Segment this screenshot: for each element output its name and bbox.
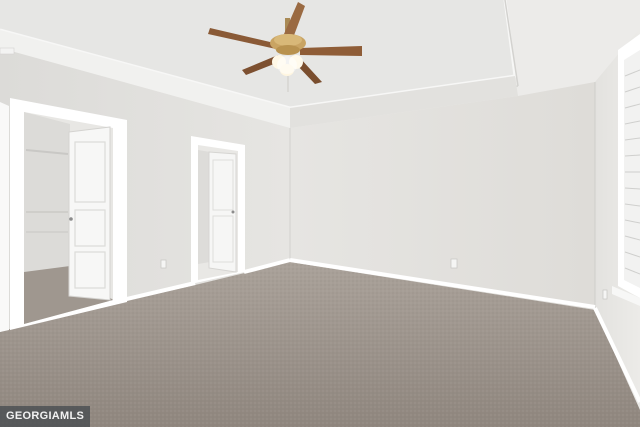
room-illustration	[0, 0, 640, 427]
bathroom-doorway	[191, 136, 245, 284]
closet-doorway	[10, 98, 127, 330]
watermark-logo: GEORGIAMLS	[0, 406, 91, 427]
bedroom-photo: GEORGIAMLS	[0, 0, 640, 427]
wall-outlet	[160, 259, 167, 269]
